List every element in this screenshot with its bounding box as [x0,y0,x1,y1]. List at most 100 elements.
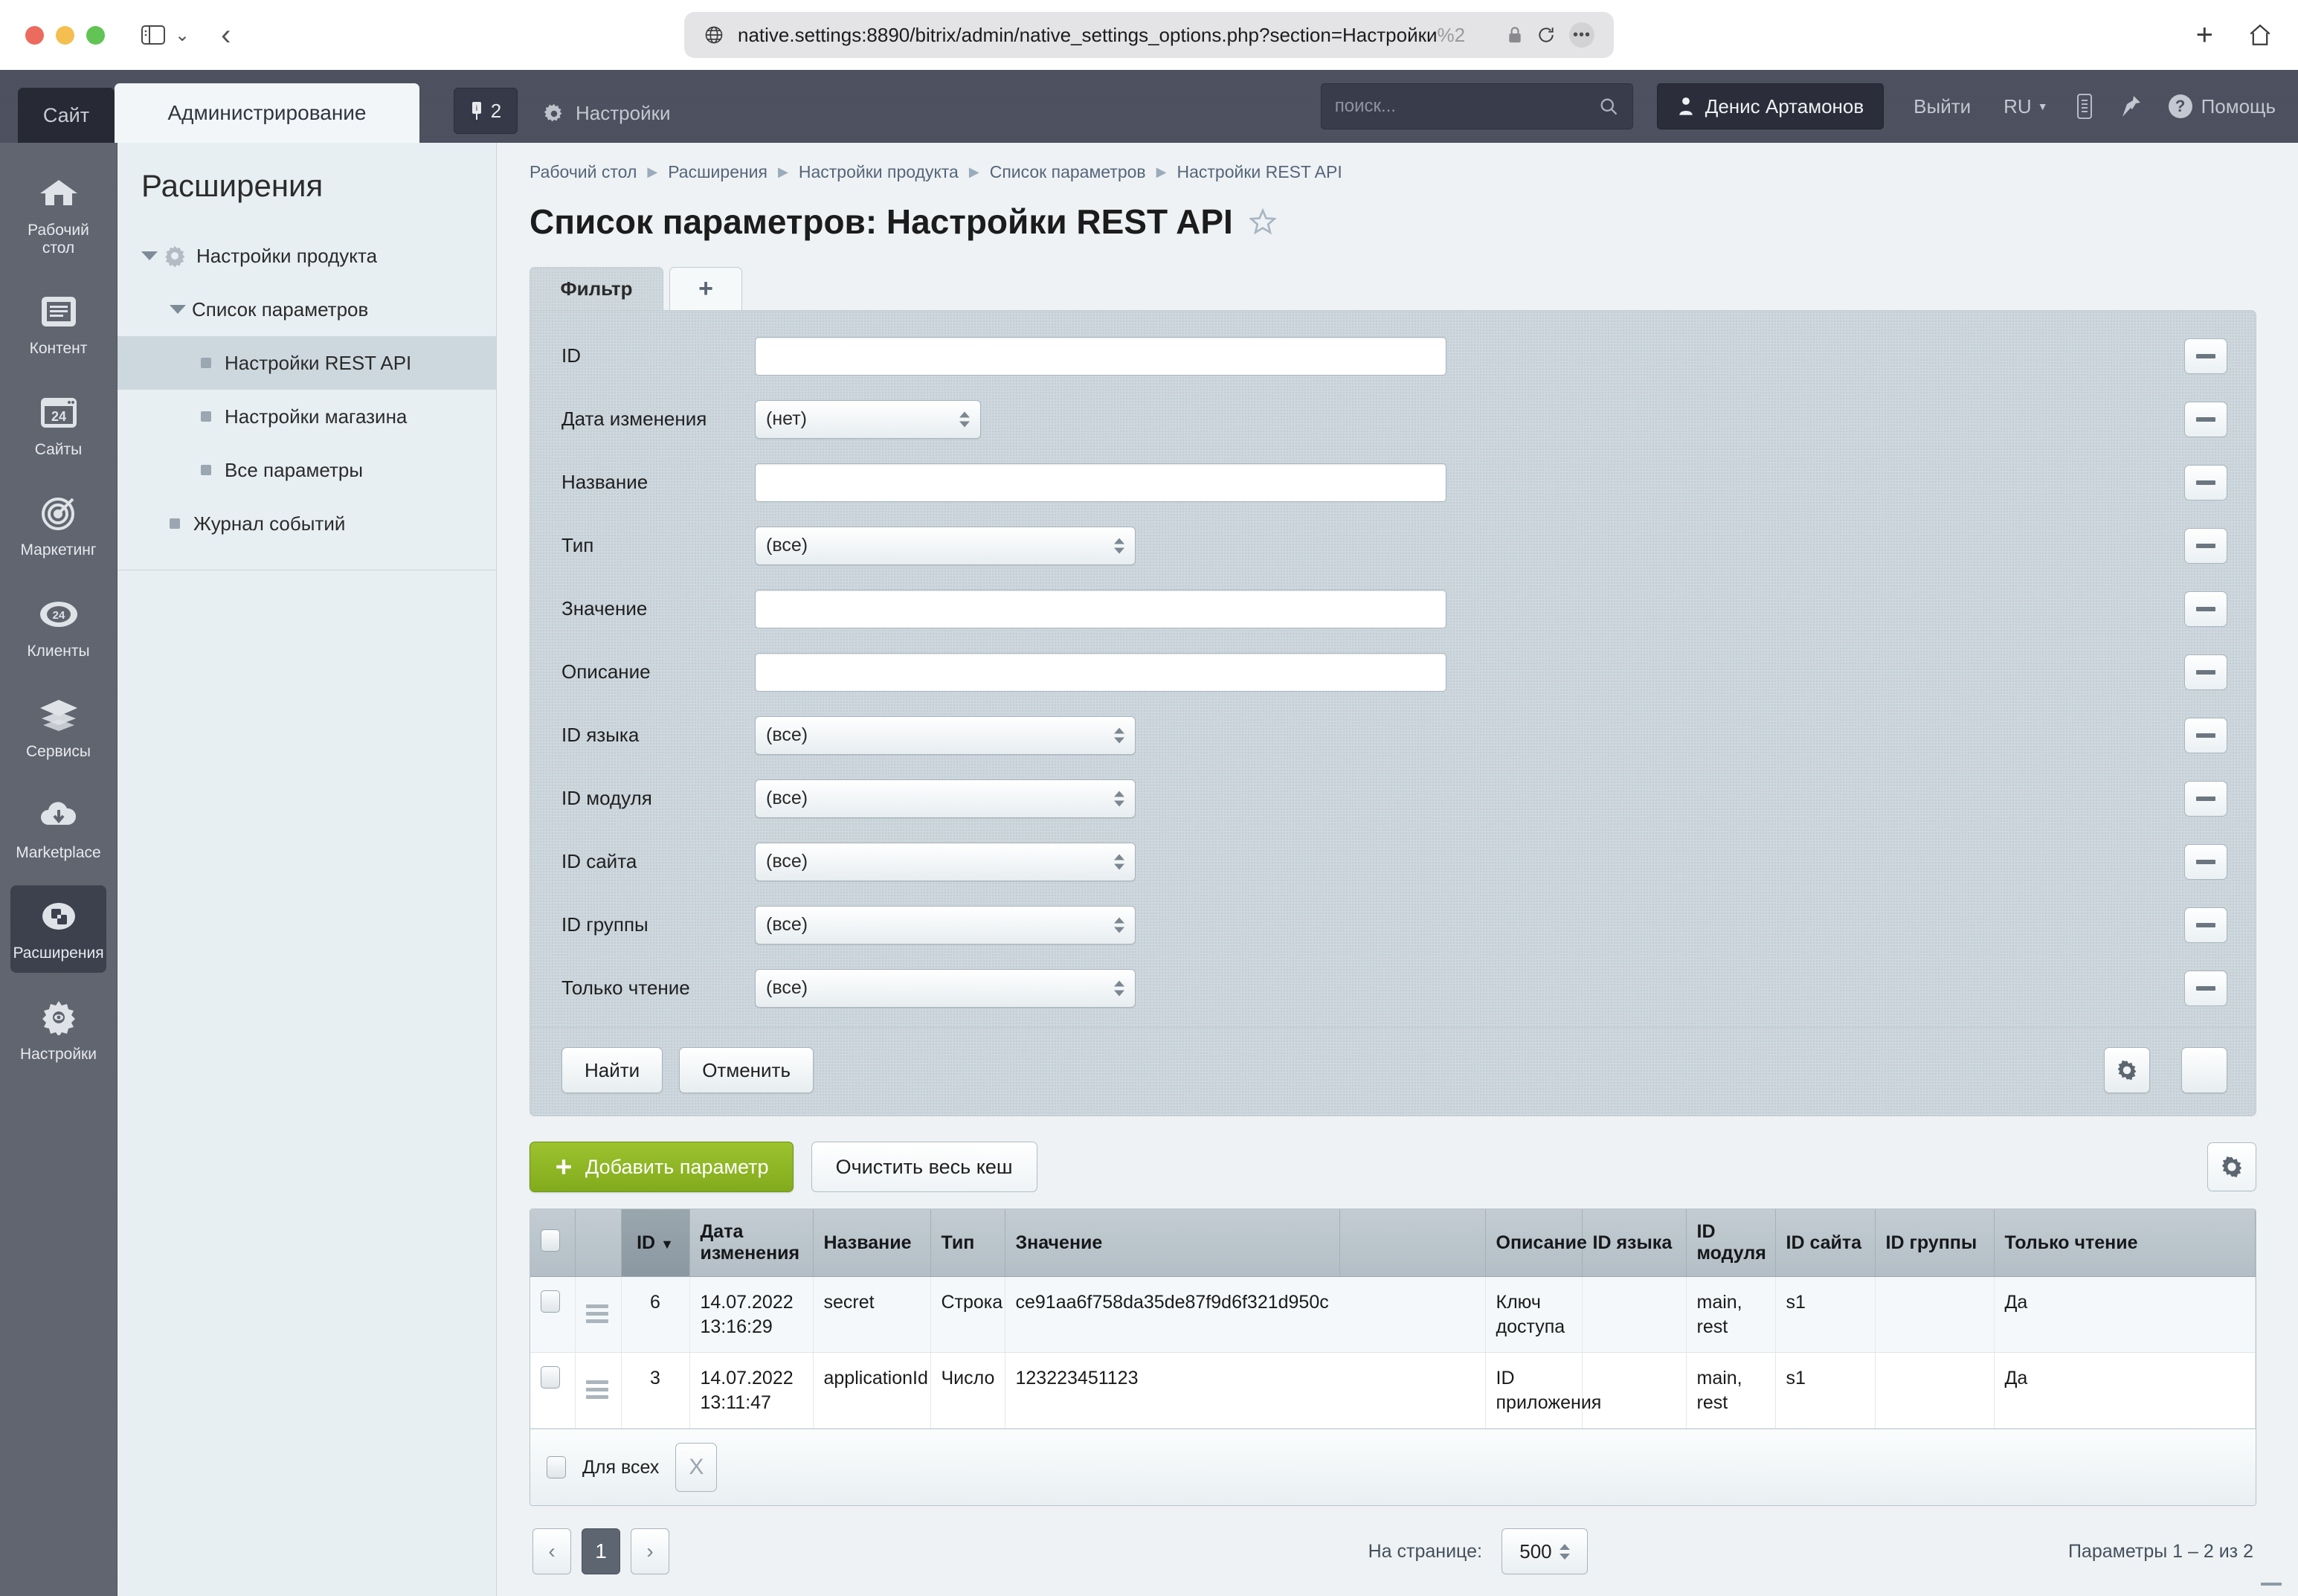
rail-item-sites[interactable]: 24 Сайты [10,382,106,469]
column-header-readonly[interactable]: Только чтение [1994,1209,2256,1277]
mobile-app-icon[interactable] [2075,93,2094,120]
tab-administration[interactable]: Администрирование [115,83,419,143]
prev-page-button[interactable]: ‹ [532,1528,571,1574]
back-chevron-icon[interactable]: ‹ [221,19,231,52]
close-window-button[interactable] [25,26,44,45]
rail-item-marketing[interactable]: Маркетинг [10,482,106,570]
breadcrumb-item[interactable]: Список параметров [990,162,1146,182]
tree-node-all-parameters[interactable]: Все параметры [118,443,496,497]
column-header-group-id[interactable]: ID группы [1875,1209,1994,1277]
find-button[interactable]: Найти [561,1047,663,1093]
row-select-cell[interactable] [530,1353,575,1429]
maximize-window-button[interactable] [86,26,105,45]
twisty-icon[interactable] [141,251,164,260]
rail-item-clients[interactable]: 24 Клиенты [10,583,106,671]
breadcrumb-item[interactable]: Настройки REST API [1177,162,1342,182]
rail-item-content[interactable]: Контент [10,280,106,368]
rail-item-extensions[interactable]: Расширения [10,885,106,973]
column-header-description[interactable]: Описание [1485,1209,1582,1277]
breadcrumb-item[interactable]: Настройки продукта [799,162,959,182]
table-row[interactable]: 6 14.07.2022 13:16:29 secret Строка ce91… [530,1277,2256,1353]
remove-filter-row-button[interactable] [2184,528,2227,564]
grid-settings-button[interactable] [2207,1142,2256,1191]
tab-site[interactable]: Сайт [18,88,115,143]
row-checkbox[interactable] [541,1290,560,1313]
add-filter-button[interactable]: plus-icon [2181,1047,2227,1093]
filter-select-group-id[interactable]: (все) [755,906,1136,945]
filter-select-module-id[interactable]: (все) [755,779,1136,818]
add-filter-tab-button[interactable]: + [669,267,742,310]
clear-cache-button[interactable]: Очистить весь кеш [811,1142,1037,1192]
rail-item-settings[interactable]: Настройки [10,986,106,1074]
row-select-cell[interactable] [530,1277,575,1353]
logout-link[interactable]: Выйти [1914,95,1971,118]
remove-filter-row-button[interactable] [2184,465,2227,501]
footer-select-all-checkbox[interactable] [547,1456,566,1478]
breadcrumb-item[interactable]: Рабочий стол [530,162,637,182]
remove-filter-row-button[interactable] [2184,402,2227,437]
tab-filter[interactable]: Фильтр [530,267,663,310]
select-all-header[interactable] [530,1209,575,1277]
tree-node-event-log[interactable]: Журнал событий [118,497,496,550]
remove-filter-row-button[interactable] [2184,654,2227,690]
breadcrumb-item[interactable]: Расширения [668,162,767,182]
filter-select-readonly[interactable]: (все) [755,969,1136,1008]
page-number-1[interactable]: 1 [582,1528,620,1574]
rail-item-marketplace[interactable]: Marketplace [10,785,106,872]
remove-filter-row-button[interactable] [2184,844,2227,880]
user-menu-button[interactable]: Денис Артамонов [1657,83,1884,129]
filter-select-modified-date[interactable]: (нет) [755,400,981,439]
search-input[interactable] [1335,96,1598,117]
help-link[interactable]: ? Помощь [2169,94,2276,118]
remove-filter-row-button[interactable] [2184,971,2227,1006]
reload-icon[interactable] [1536,25,1556,45]
select-all-checkbox[interactable] [541,1229,560,1252]
rail-item-desktop[interactable]: Рабочий стол [10,162,106,267]
language-selector[interactable]: RU ▼ [2003,95,2047,118]
row-actions-icon[interactable] [586,1304,608,1323]
remove-filter-row-button[interactable] [2184,781,2227,817]
row-actions-cell[interactable] [575,1277,621,1353]
filter-select-site-id[interactable]: (все) [755,843,1136,881]
window-traffic-lights[interactable] [25,26,105,45]
pin-icon[interactable] [2121,94,2142,118]
info-notification-chip[interactable]: i 2 [454,88,518,134]
collapse-icon[interactable] [2261,1583,2282,1586]
star-icon[interactable] [1249,208,1276,235]
column-header-name[interactable]: Название [813,1209,930,1277]
home-icon[interactable] [2247,22,2273,48]
filter-select-type[interactable]: (все) [755,527,1136,565]
filter-settings-button[interactable] [2104,1047,2150,1093]
topbar-search[interactable] [1321,83,1633,129]
row-actions-cell[interactable] [575,1353,621,1429]
column-header-lang-id[interactable]: ID языка [1582,1209,1686,1277]
cancel-filter-button[interactable]: Отменить [679,1047,814,1093]
chevron-down-icon[interactable]: ⌄ [175,25,190,46]
next-page-button[interactable]: › [631,1528,669,1574]
filter-input-id[interactable] [755,337,1446,376]
column-header-module-id[interactable]: ID модуля [1686,1209,1775,1277]
new-tab-button[interactable]: + [2196,19,2213,52]
remove-filter-row-button[interactable] [2184,907,2227,943]
search-icon[interactable] [1598,96,1619,117]
tree-node-parameter-list[interactable]: Список параметров [118,283,496,336]
filter-input-description[interactable] [755,653,1446,692]
add-parameter-button[interactable]: Добавить параметр [530,1142,794,1192]
twisty-icon[interactable] [170,305,192,314]
column-header-modified[interactable]: Дата изменения [689,1209,813,1277]
tree-node-product-settings[interactable]: Настройки продукта [118,229,496,283]
sidebar-toggle-icon[interactable] [138,19,169,51]
minimize-window-button[interactable] [56,26,74,45]
table-row[interactable]: 3 14.07.2022 13:11:47 applicationId Числ… [530,1353,2256,1429]
filter-select-lang-id[interactable]: (все) [755,716,1136,755]
filter-input-name[interactable] [755,463,1446,502]
row-actions-icon[interactable] [586,1380,608,1399]
remove-filter-row-button[interactable] [2184,718,2227,753]
tree-node-store-settings[interactable]: Настройки магазина [118,390,496,443]
filter-input-value[interactable] [755,590,1446,628]
remove-filter-row-button[interactable] [2184,591,2227,627]
remove-filter-row-button[interactable] [2184,338,2227,374]
column-header-value[interactable]: Значение [1005,1209,1339,1277]
more-dots-icon[interactable]: ••• [1569,22,1594,48]
address-bar[interactable]: native.settings:8890/bitrix/admin/native… [684,12,1614,58]
